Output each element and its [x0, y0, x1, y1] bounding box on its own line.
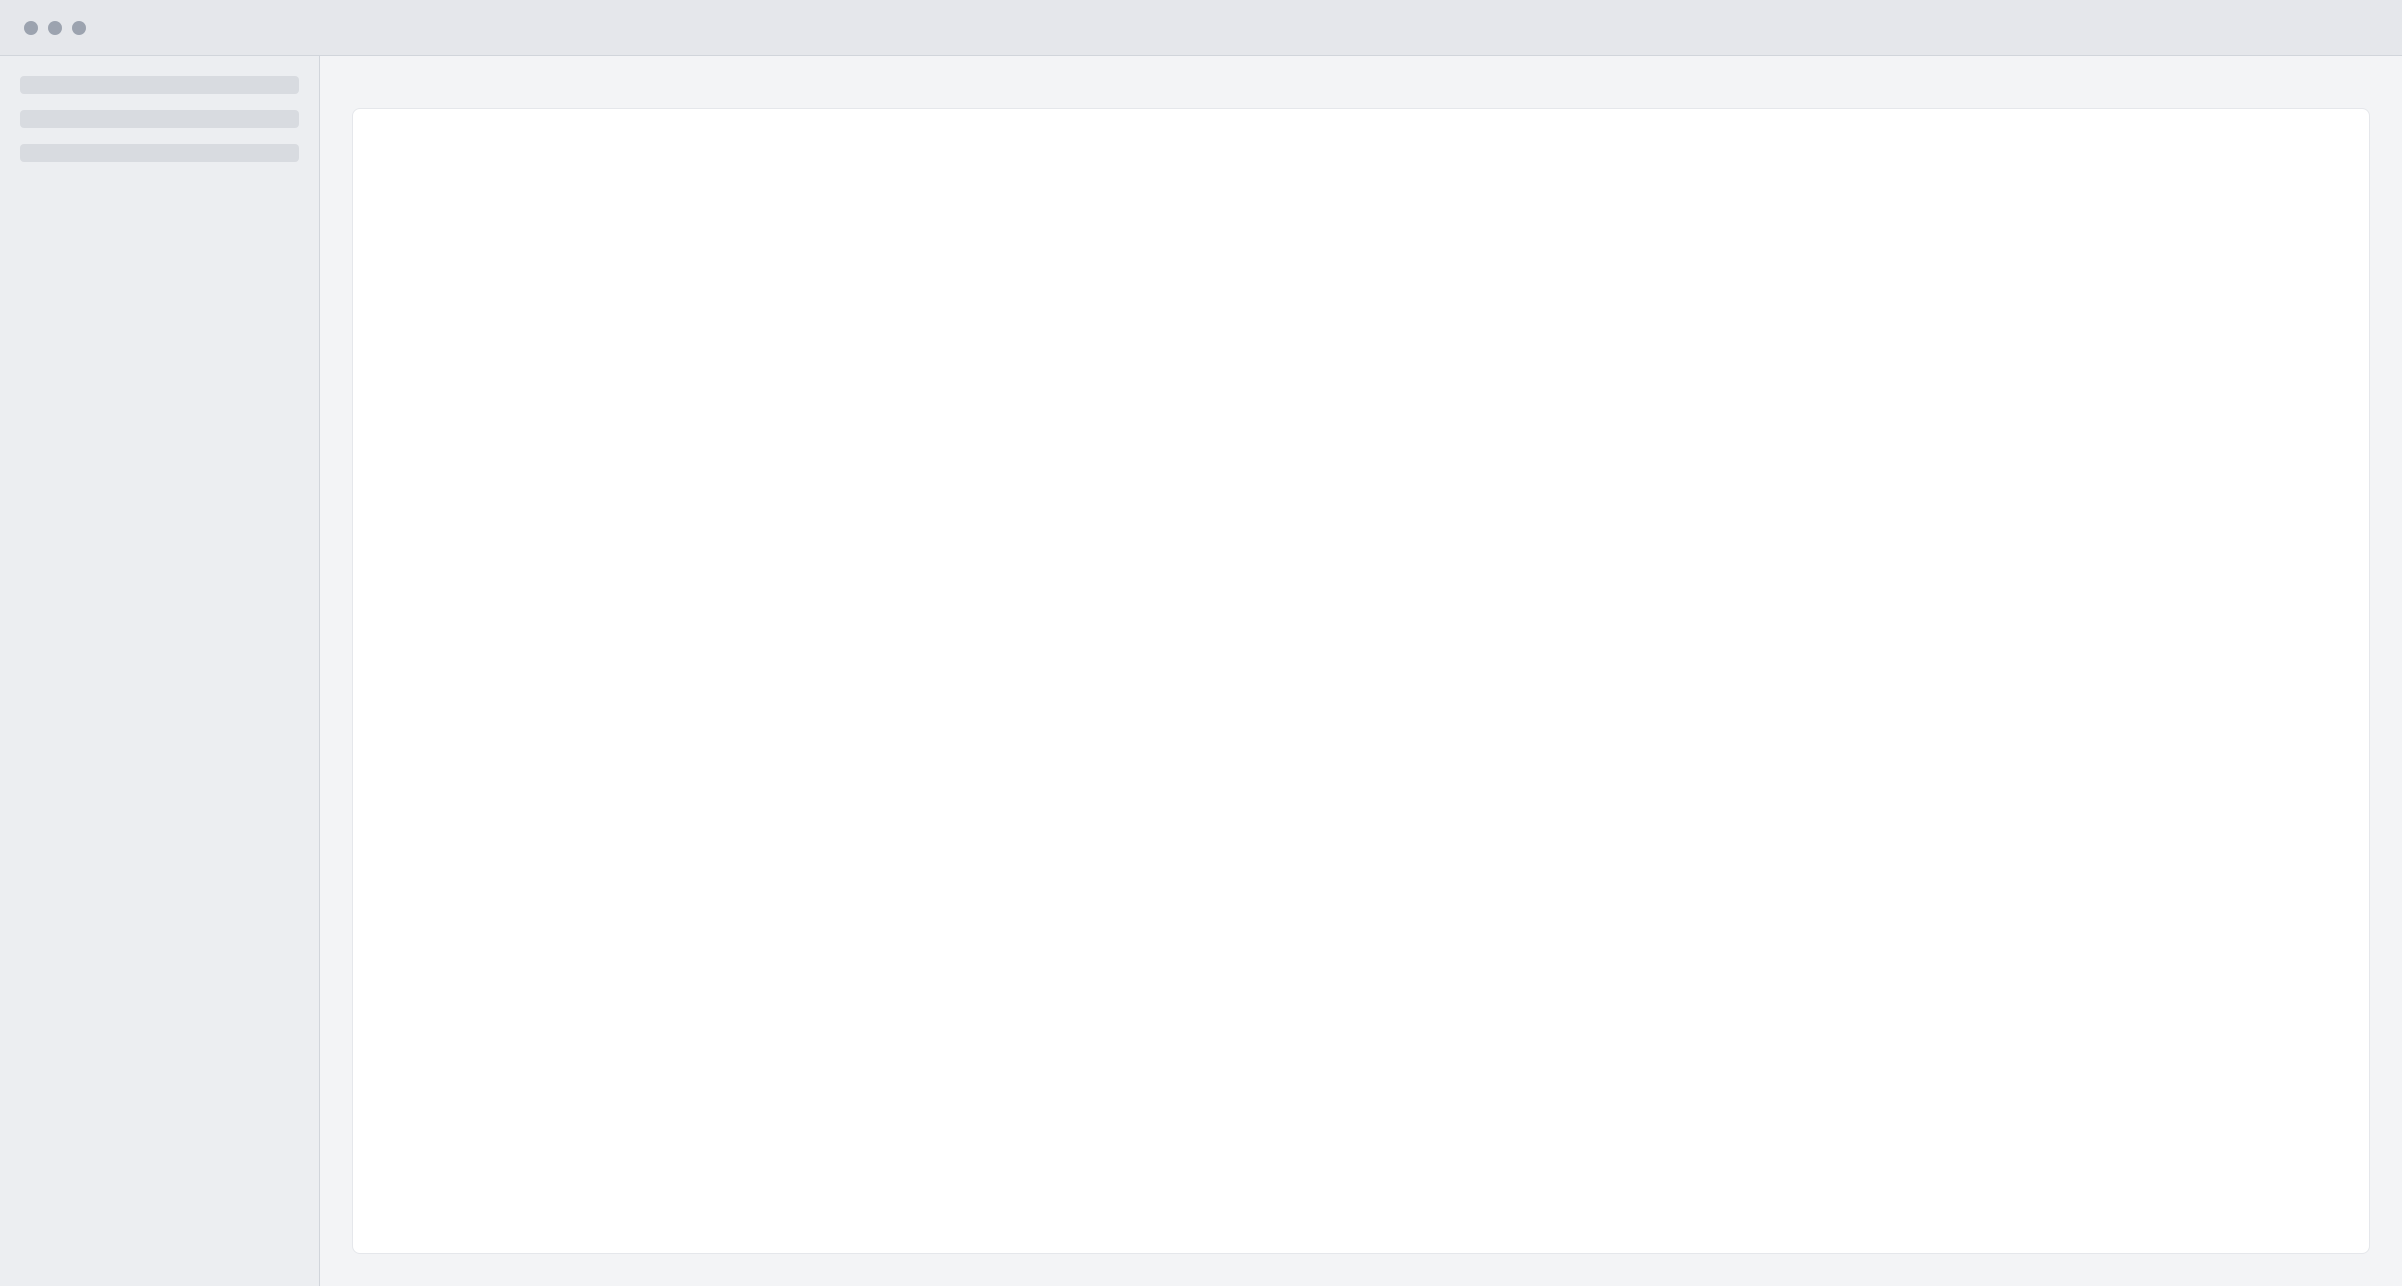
title-bar: [0, 0, 2402, 56]
sidebar: [0, 56, 320, 1286]
minimize-icon[interactable]: [48, 20, 62, 35]
maximize-icon[interactable]: [72, 20, 86, 35]
sidebar-placeholder: [20, 110, 299, 128]
window-body: [0, 56, 2402, 1286]
close-icon[interactable]: [24, 20, 38, 35]
sidebar-placeholder: [20, 144, 299, 162]
app-window: [0, 0, 2402, 1286]
content-block: [352, 108, 2370, 1254]
main-content: [320, 56, 2402, 1286]
sidebar-placeholder: [20, 76, 299, 94]
window-controls: [24, 20, 86, 35]
